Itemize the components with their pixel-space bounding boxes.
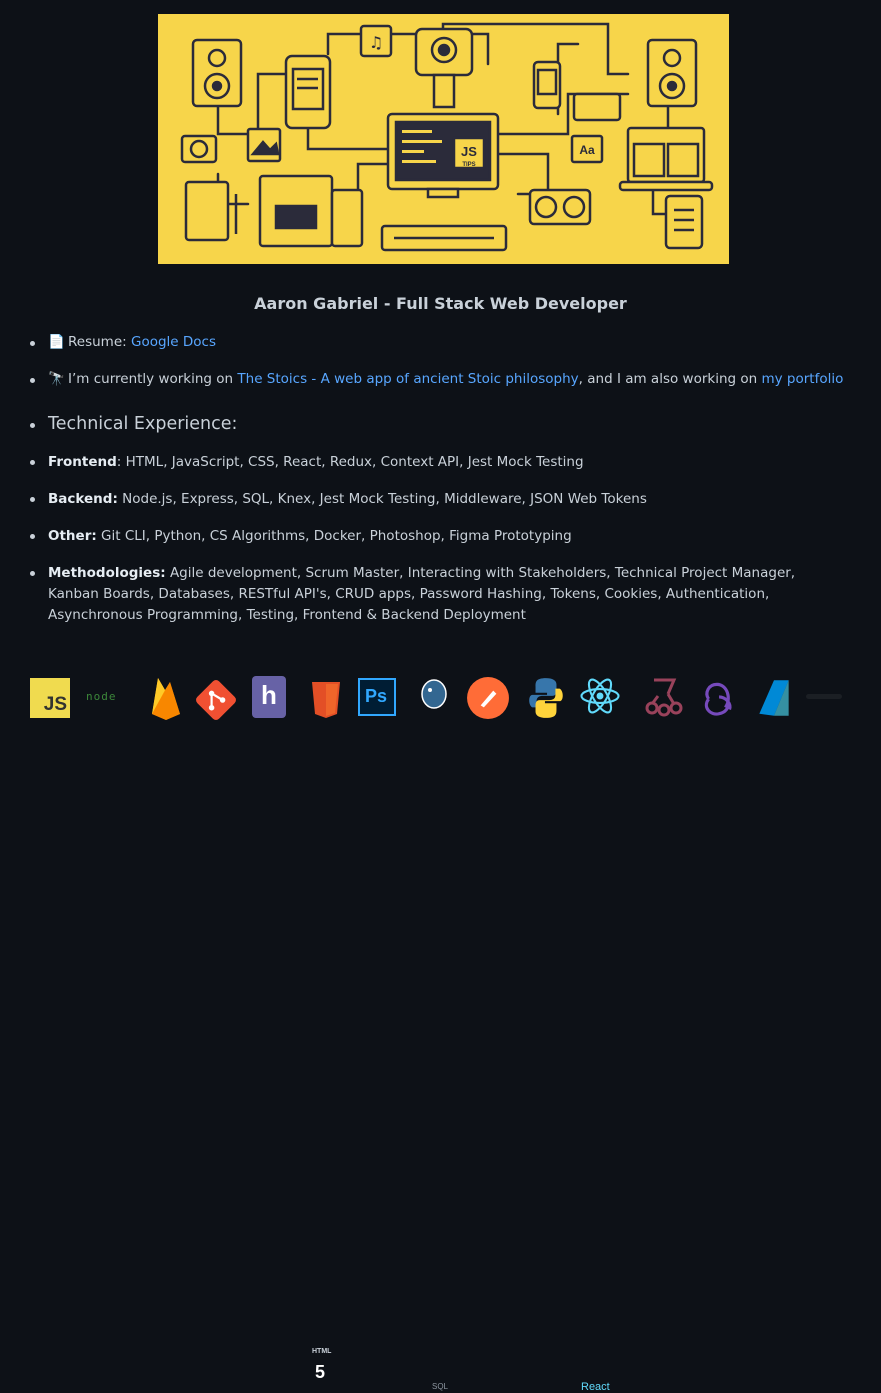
technical-experience-heading: Technical Experience: [48,414,238,434]
react-label: React [581,1381,610,1393]
skill-backend: Backend: Node.js, Express, SQL, Knex, Je… [48,489,848,510]
skill-text: : HTML, JavaScript, CSS, React, Redux, C… [116,454,584,470]
bullet [30,460,35,465]
bullet [30,571,35,576]
firebase-icon [152,678,180,720]
bullet [30,534,35,539]
font-sample-label: Aa [579,143,595,157]
skill-frontend: Frontend: HTML, JavaScript, CSS, React, … [48,452,848,473]
profile-title: Aaron Gabriel - Full Stack Web Developer [254,294,627,313]
portfolio-link[interactable]: my portfolio [762,371,844,387]
partial-icon [802,688,846,706]
bullet [30,378,35,383]
js-tips-sub: TIPS [462,162,475,168]
javascript-icon: JS [30,678,70,718]
header-banner-image: JS TIPS Aa ♫ [158,14,729,264]
nodejs-icon: node [86,690,117,703]
resume-link[interactable]: Google Docs [131,334,216,350]
music-note-icon: ♫ [369,33,383,52]
stoics-project-link[interactable]: The Stoics - A web app of ancient Stoic … [237,371,578,387]
skill-methodologies: Methodologies: Agile development, Scrum … [48,563,848,626]
python-icon [529,678,563,718]
azure-icon [759,680,789,716]
skill-label: Frontend [48,454,117,470]
react-icon [580,678,620,714]
document-icon: 📄 [48,334,65,350]
git-icon [196,680,236,720]
tech-illustration: JS TIPS Aa ♫ [180,22,714,252]
skill-text: Node.js, Express, SQL, Knex, Jest Mock T… [117,491,647,507]
resume-label: Resume: [68,334,127,350]
postgresql-label: SQL [432,1382,449,1391]
skill-label: Backend: [48,491,118,507]
html5-number: 5 [315,1362,326,1382]
working-middle: , and I am also working on [578,371,758,387]
skill-text: Git CLI, Python, CS Algorithms, Docker, … [96,528,572,544]
skill-label: Other: [48,528,97,544]
telescope-icon: 🔭 [48,371,65,387]
heroku-icon: h [252,676,286,718]
bullet [30,423,35,428]
skill-other: Other: Git CLI, Python, CS Algorithms, D… [48,526,848,547]
js-tips-badge: JS [461,144,477,159]
jest-icon [645,678,683,717]
skill-label: Methodologies: [48,565,166,581]
postgresql-icon [421,679,447,709]
html5-label: HTML [312,1348,332,1355]
bullet [30,341,35,346]
bullet [30,497,35,502]
html5-icon [312,682,340,718]
working-prefix: I’m currently working on [68,371,234,387]
tool-icons-row: JS node h HTML 5 Ps SQL React [0,674,881,1393]
redux-icon [704,682,732,716]
photoshop-icon: Ps [358,678,396,716]
postman-icon [467,677,509,719]
